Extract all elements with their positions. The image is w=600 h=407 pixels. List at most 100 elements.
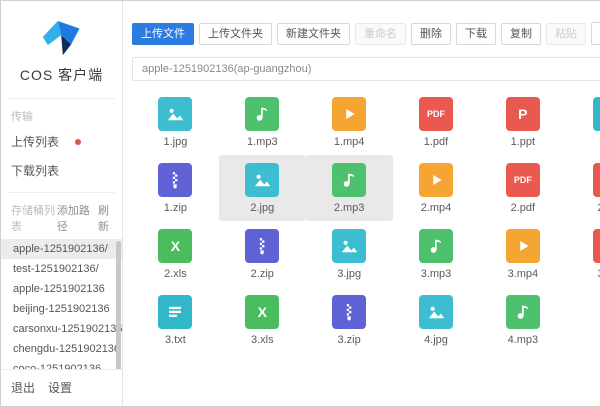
settings-link[interactable]: 设置 <box>48 379 72 396</box>
mp4-file-icon <box>332 97 367 131</box>
app-title: COS 客户端 <box>19 67 104 83</box>
file-name: 2.mp3 <box>333 202 365 214</box>
file-item[interactable]: 1.mp3 <box>219 89 306 155</box>
file-item[interactable]: 2.mp4 <box>393 155 480 221</box>
file-icon-letter: X <box>257 304 267 320</box>
zip-file-icon <box>332 295 367 329</box>
mp3-file-icon <box>332 163 367 197</box>
toolbar-button-2[interactable]: 新建文件夹 <box>277 22 350 45</box>
jpg-file-icon <box>332 229 367 263</box>
bucket-item[interactable]: chengdu-1251902136 <box>1 339 122 359</box>
logo-area: COS 客户端 <box>1 1 122 85</box>
file-name: 2.pdf <box>510 202 536 214</box>
file-name: 3.xls <box>250 334 274 346</box>
bucket-item[interactable]: test-1251902136/ <box>1 259 122 279</box>
file-name: 2.jpg <box>250 202 275 214</box>
mp3-file-icon <box>245 97 280 131</box>
file-item[interactable]: PDF3.pdf <box>566 221 600 287</box>
pdf-file-icon: PDF <box>505 163 540 197</box>
file-name: 4.jpg <box>424 334 448 346</box>
logout-link[interactable]: 退出 <box>11 379 35 396</box>
file-item[interactable]: 2.jpg <box>218 155 306 221</box>
file-name: 2.xls <box>164 268 187 280</box>
txt-file-icon <box>592 97 600 131</box>
bucket-list-scrollbar[interactable] <box>116 241 121 369</box>
breadcrumb[interactable]: apple-1251902136(ap-guangzhou) <box>132 57 600 81</box>
file-item[interactable]: X 2.xls <box>132 221 219 287</box>
toolbar-button-4[interactable]: 删除 <box>411 22 451 45</box>
file-name: 2.zip <box>250 268 274 280</box>
xls-file-icon: X <box>245 295 280 329</box>
toolbar-button-0[interactable]: 上传文件 <box>132 22 194 45</box>
bucket-header: 存储桶列表 添加路径 刷新 <box>1 193 122 239</box>
file-item[interactable]: P2.ppt <box>566 155 600 221</box>
notification-dot <box>75 138 81 145</box>
pdf-file-icon: PDF <box>592 229 600 263</box>
ppt-file-icon: P <box>592 163 600 197</box>
jpg-file-icon <box>158 97 193 131</box>
pdf-file-icon: PDF <box>418 97 453 131</box>
bucket-list: apple-1251902136/test-1251902136/apple-1… <box>1 239 122 369</box>
mp4-file-icon <box>505 229 540 263</box>
mp4-file-icon <box>418 163 453 197</box>
file-item[interactable]: 2.mp3 <box>305 155 393 221</box>
file-item[interactable]: 3.mp3 <box>393 221 480 287</box>
file-icon-letter: P <box>518 106 528 122</box>
file-item[interactable]: 4.jpg <box>393 287 480 353</box>
sidebar-nav-item-1[interactable]: 下载列表 <box>1 156 122 185</box>
file-name: 1.mp4 <box>333 136 365 148</box>
mp3-file-icon <box>505 295 540 329</box>
file-item[interactable]: 1.mp4 <box>306 89 393 155</box>
file-item[interactable]: PDF 2.pdf <box>479 155 566 221</box>
bucket-item[interactable]: carsonxu-1251902136 <box>1 319 122 339</box>
toolbar-button-6[interactable]: 复制 <box>501 22 541 45</box>
add-path-link[interactable]: 添加路径 <box>57 202 93 234</box>
file-item[interactable]: 4.mp3 <box>479 287 566 353</box>
file-item[interactable]: X 3.xls <box>219 287 306 353</box>
file-item[interactable]: 1.txt <box>566 89 600 155</box>
sidebar-nav-item-0[interactable]: 上传列表 <box>1 127 122 156</box>
file-name: 3.zip <box>337 334 361 346</box>
file-item[interactable]: 2.zip <box>219 221 306 287</box>
refresh-buckets-link[interactable]: 刷新 <box>98 202 116 234</box>
zip-file-icon <box>245 229 280 263</box>
ppt-file-icon: P <box>505 97 540 131</box>
file-name: 1.jpg <box>163 136 188 148</box>
sidebar-footer: 退出 设置 <box>1 369 122 406</box>
bucket-item[interactable]: beijing-1251902136 <box>1 299 122 319</box>
file-item[interactable]: P 1.ppt <box>479 89 566 155</box>
file-name: 1.zip <box>163 202 188 214</box>
transfer-section-label: 传输 <box>11 111 33 123</box>
jpg-file-icon <box>245 163 280 197</box>
zip-file-icon <box>158 163 193 197</box>
refresh-button[interactable] <box>591 22 600 45</box>
bucket-item[interactable]: apple-1251902136/ <box>1 239 122 259</box>
toolbar-buttons: 上传文件 上传文件夹 新建文件夹 重命名 删除 下载 复制 粘贴 <box>132 22 586 45</box>
file-grid: 1.jpg1.mp31.mp4PDF1.pdfP1.ppt1.txtX1.xls… <box>132 89 600 353</box>
toolbar-button-1[interactable]: 上传文件夹 <box>199 22 272 45</box>
toolbar-button-3: 重命名 <box>355 22 406 45</box>
file-icon-letter: PDF <box>426 109 445 119</box>
file-item[interactable]: 3.txt <box>132 287 219 353</box>
mp3-file-icon <box>418 229 453 263</box>
file-item[interactable]: 3.zip <box>306 287 393 353</box>
bucket-item[interactable]: apple-1251902136 <box>1 279 122 299</box>
bucket-item[interactable]: coco-1251902136 <box>1 359 122 369</box>
bucket-section-label: 存储桶列表 <box>11 205 55 233</box>
file-item[interactable]: 1.zip <box>132 155 219 221</box>
file-name: 1.pdf <box>423 136 449 148</box>
file-item[interactable]: 3.jpg <box>306 221 393 287</box>
toolbar-button-5[interactable]: 下载 <box>456 22 496 45</box>
file-item[interactable]: PDF 1.pdf <box>393 89 480 155</box>
main-panel: – × 上传文件上传文件夹新建文件夹重命名删除下载复制粘贴 apple-1251… <box>123 1 600 406</box>
toolbar-button-7: 粘贴 <box>546 22 586 45</box>
file-name: 2.mp4 <box>420 202 452 214</box>
file-name: 4.mp3 <box>507 334 539 346</box>
jpg-file-icon <box>418 295 453 329</box>
transfer-nav: 上传列表 下载列表 <box>1 127 122 185</box>
file-icon-letter: X <box>170 238 181 254</box>
file-name: 1.mp3 <box>246 136 278 148</box>
file-item[interactable]: 1.jpg <box>132 89 219 155</box>
file-name: 3.txt <box>165 334 186 346</box>
file-item[interactable]: 3.mp4 <box>479 221 566 287</box>
